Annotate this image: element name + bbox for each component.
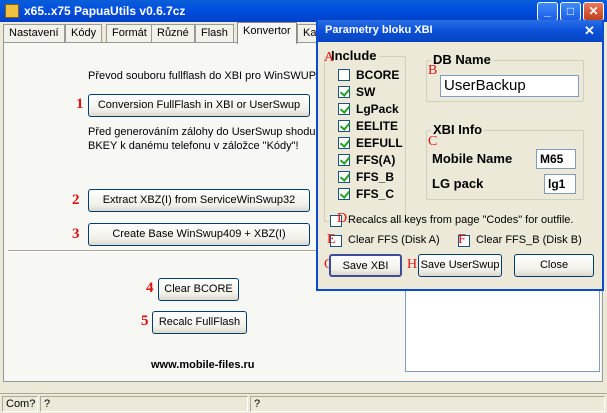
- recalc-fullflash-button[interactable]: Recalc FullFlash: [152, 311, 247, 334]
- db-name-title: DB Name: [431, 52, 493, 67]
- close-button[interactable]: ✕: [583, 2, 604, 21]
- recalc-keys-label: Recalcs all keys from page "Codes" for o…: [348, 214, 574, 226]
- include-ffsa-checkbox[interactable]: [338, 154, 350, 166]
- dialog-title: Parametry bloku XBI: [325, 24, 433, 36]
- tab-konvertor[interactable]: Konvertor: [237, 22, 297, 44]
- create-base-button[interactable]: Create Base WinSwup409 + XBZ(I): [88, 223, 310, 246]
- tab-flash[interactable]: Flash: [195, 24, 234, 43]
- output-panel: [405, 277, 600, 372]
- dialog-close-icon[interactable]: ✕: [581, 23, 598, 39]
- include-eelite-checkbox[interactable]: [338, 120, 350, 132]
- xbi-info-title: XBI Info: [431, 122, 485, 137]
- status-cell-2: ?: [40, 396, 248, 412]
- save-xbi-button[interactable]: Save XBI: [329, 254, 402, 277]
- clear-bcore-button[interactable]: Clear BCORE: [158, 278, 239, 301]
- include-bcore-label: BCORE: [356, 68, 400, 82]
- tab-nastaveni[interactable]: Nastavení: [3, 24, 65, 43]
- lg-pack-label: LG pack: [432, 176, 484, 191]
- dialog-close-button[interactable]: Close: [514, 254, 594, 277]
- save-userswup-button[interactable]: Save UserSwup: [418, 254, 502, 277]
- include-title: Include: [329, 48, 379, 63]
- marker-5: 5: [141, 313, 149, 329]
- tab-format[interactable]: Formát: [106, 24, 153, 43]
- extract-xbz-button[interactable]: Extract XBZ(I) from ServiceWinSwup32: [88, 189, 310, 212]
- marker-d: D: [337, 211, 348, 226]
- footer-url: www.mobile-files.ru: [151, 359, 255, 371]
- include-lgpack-checkbox[interactable]: [338, 103, 350, 115]
- main-title-bar[interactable]: x65..x75 PapuaUtils v0.6.7cz _ □ ✕: [0, 0, 607, 22]
- status-bar: Com? ? ?: [0, 393, 607, 413]
- include-sw-checkbox[interactable]: [338, 86, 350, 98]
- tab-ruzne[interactable]: Různé: [151, 24, 195, 43]
- marker-a: A: [324, 50, 335, 65]
- marker-4: 4: [146, 280, 154, 296]
- intro-text: Převod souboru fullflash do XBI pro WinS…: [88, 70, 318, 82]
- include-ffsa-label: FFS(A): [356, 153, 396, 167]
- marker-f: F: [458, 232, 466, 247]
- include-ffsb-label: FFS_B: [356, 170, 395, 184]
- marker-1: 1: [76, 96, 84, 112]
- note-line-1: Před generováním zálohy do UserSwup shod…: [88, 126, 316, 138]
- marker-e: E: [327, 232, 336, 247]
- include-sw-label: SW: [356, 85, 376, 99]
- include-lgpack-label: LgPack: [356, 102, 399, 116]
- conversion-fullflash-button[interactable]: Conversion FullFlash in XBI or UserSwup: [88, 94, 310, 117]
- mobile-name-label: Mobile Name: [432, 151, 513, 166]
- lg-pack-input[interactable]: lg1: [544, 174, 576, 194]
- include-eefull-checkbox[interactable]: [338, 137, 350, 149]
- marker-c: C: [428, 134, 438, 149]
- marker-h: H: [407, 257, 418, 272]
- app-icon: [5, 4, 19, 18]
- include-eelite-label: EELITE: [356, 119, 399, 133]
- clear-ffs-b-label: Clear FFS_B (Disk B): [476, 234, 582, 246]
- include-eefull-label: EEFULL: [356, 136, 403, 150]
- mobile-name-input[interactable]: M65: [536, 149, 576, 169]
- minimize-button[interactable]: _: [537, 2, 558, 21]
- window-title: x65..x75 PapuaUtils v0.6.7cz: [24, 4, 186, 18]
- dialog-title-bar[interactable]: Parametry bloku XBI ✕: [318, 20, 602, 42]
- clear-ffs-a-label: Clear FFS (Disk A): [348, 234, 440, 246]
- db-name-input[interactable]: UserBackup: [440, 75, 579, 97]
- tab-kody[interactable]: Kódy: [65, 24, 103, 43]
- marker-b: B: [428, 63, 438, 78]
- marker-2: 2: [72, 192, 80, 208]
- maximize-button[interactable]: □: [560, 2, 581, 21]
- status-com: Com?: [2, 396, 38, 412]
- include-bcore-checkbox[interactable]: [338, 69, 350, 81]
- xbi-params-dialog: Parametry bloku XBI ✕ Include A BCORE SW…: [316, 20, 604, 291]
- status-cell-3: ?: [250, 396, 605, 412]
- include-ffsc-label: FFS_C: [356, 187, 395, 201]
- include-ffsc-checkbox[interactable]: [338, 188, 350, 200]
- include-ffsb-checkbox[interactable]: [338, 171, 350, 183]
- marker-3: 3: [72, 226, 80, 242]
- note-line-2: BKEY k danému telefonu v záložce "Kódy"!: [88, 140, 299, 152]
